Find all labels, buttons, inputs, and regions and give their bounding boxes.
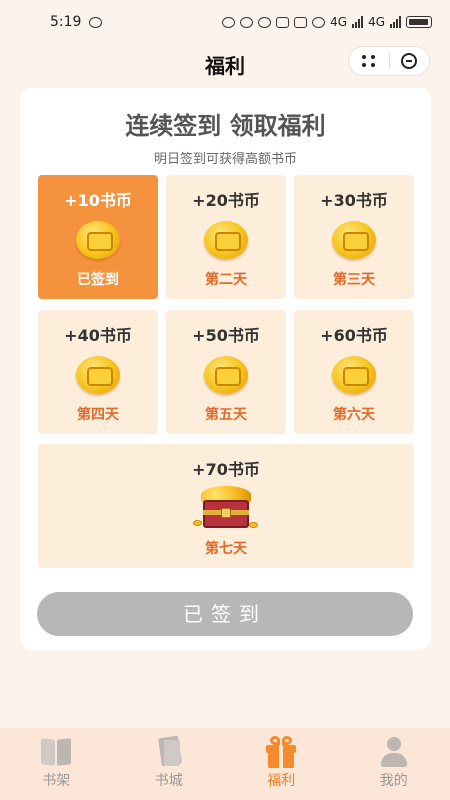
tab-welfare[interactable]: 福利 — [225, 728, 338, 800]
coin-icon — [76, 356, 120, 394]
tab-mine[interactable]: 我的 — [338, 728, 450, 800]
more-button[interactable] — [349, 47, 389, 75]
coin-icon — [204, 221, 248, 259]
day-2-tile[interactable]: +20书币 第二天 — [166, 175, 286, 299]
tab-bar: 书架 书城 福利 我的 — [0, 728, 450, 800]
day-coins-label: +20书币 — [192, 191, 260, 210]
checkin-subtitle: 明日签到可获得高额书币 — [153, 152, 297, 167]
day-label: 第三天 — [333, 272, 375, 288]
bookstore-icon — [151, 735, 187, 768]
vibrate-icon — [294, 16, 308, 28]
more-dots-icon — [361, 55, 376, 67]
day-1-tile[interactable]: +10书币 已签到 — [38, 175, 158, 299]
day-label: 第五天 — [205, 407, 247, 423]
user-icon — [376, 736, 412, 768]
day-3-tile[interactable]: +30书币 第三天 — [294, 175, 414, 299]
day-coins-label: +40书币 — [64, 326, 132, 345]
day-7-tile[interactable]: +70书币 第七天 — [38, 444, 414, 568]
status-time: 5:19 — [50, 14, 82, 30]
wechat-icon — [89, 16, 103, 28]
status-right: 4G 4G — [222, 15, 432, 29]
tab-label: 福利 — [267, 773, 296, 789]
treasure-chest-icon — [193, 486, 258, 530]
coin-icon — [332, 221, 376, 259]
signal-icon — [352, 16, 364, 28]
tab-bookstore[interactable]: 书城 — [113, 728, 226, 800]
close-circle-icon — [401, 53, 418, 69]
tab-label: 书架 — [42, 773, 71, 789]
coin-icon — [332, 356, 376, 394]
day-coins-label: +10书币 — [64, 191, 132, 210]
signed-in-button[interactable]: 已签到 — [37, 592, 413, 636]
tab-label: 我的 — [379, 773, 408, 789]
alarm-icon — [258, 16, 272, 28]
status-bar: 5:19 4G 4G — [0, 0, 450, 44]
day-5-tile[interactable]: +50书币 第五天 — [166, 310, 286, 434]
day-label: 第二天 — [205, 272, 247, 288]
day-coins-label: +70书币 — [192, 460, 260, 479]
gift-icon — [263, 736, 299, 768]
network-type-2: 4G — [368, 15, 385, 29]
day-label: 已签到 — [77, 272, 119, 288]
battery-icon — [406, 16, 432, 28]
checkin-title: 连续签到 领取福利 — [125, 112, 326, 140]
coin-icon — [76, 221, 120, 259]
wifi-icon — [312, 16, 326, 28]
eye-icon — [240, 16, 254, 28]
day-coins-label: +60书币 — [320, 326, 388, 345]
miniprogram-capsule — [348, 46, 430, 76]
bluetooth-icon — [276, 16, 290, 28]
network-type: 4G — [330, 15, 348, 29]
status-left: 5:19 — [50, 14, 103, 30]
tab-label: 书城 — [154, 773, 183, 789]
day-coins-label: +50书币 — [192, 326, 260, 345]
speed-icon — [222, 16, 236, 28]
day-4-tile[interactable]: +40书币 第四天 — [38, 310, 158, 434]
day-coins-label: +30书币 — [320, 191, 388, 210]
day-6-tile[interactable]: +60书币 第六天 — [294, 310, 414, 434]
coin-icon — [204, 356, 248, 394]
tab-bookshelf[interactable]: 书架 — [0, 728, 113, 800]
header: 福利 — [0, 44, 450, 84]
day-label: 第四天 — [77, 407, 119, 423]
signal-icon-2 — [390, 16, 401, 28]
close-button[interactable] — [390, 47, 430, 75]
bookshelf-icon — [38, 736, 74, 768]
checkin-card: 连续签到 领取福利 明日签到可获得高额书币 +10书币 已签到 +20书币 第二… — [20, 88, 431, 650]
day-label: 第七天 — [205, 541, 247, 557]
day-label: 第六天 — [333, 407, 375, 423]
